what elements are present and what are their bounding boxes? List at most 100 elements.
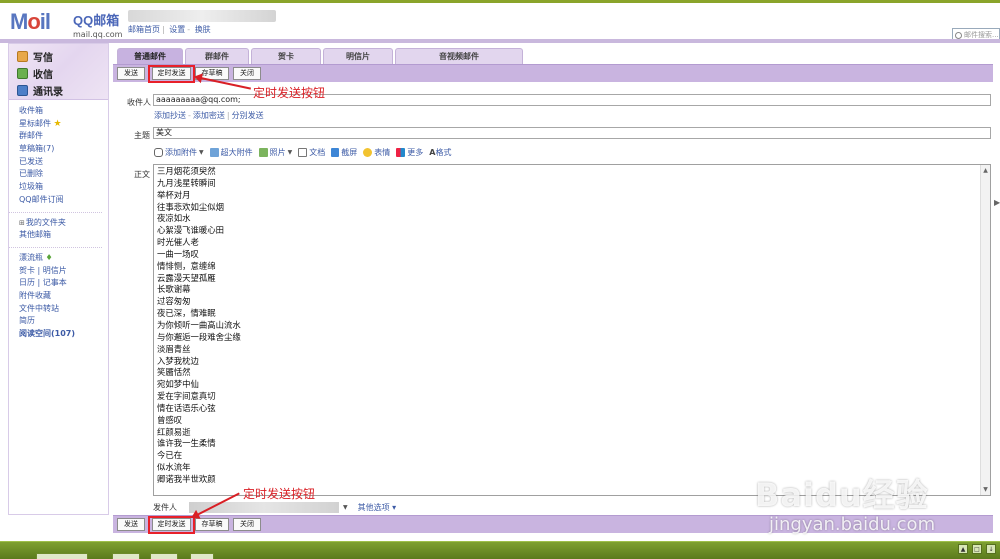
top-toolbar: 发送 定时发送 存草稿 关闭	[113, 64, 993, 83]
sidebar-item-attachments[interactable]: 附件收藏	[19, 290, 108, 303]
sidebar-contacts-button[interactable]: 通讯录	[17, 82, 108, 99]
sidebar-item-calendar[interactable]: 日历	[19, 278, 35, 287]
sidebar-item-greeting-card[interactable]: 贺卡	[19, 266, 35, 275]
body-line: 过容匆匆	[157, 296, 191, 307]
sidebar-item-calendar-notes: 日历 | 记事本	[19, 278, 67, 288]
tray-expand-icon[interactable]: ▲	[958, 544, 968, 554]
timed-send-button-bottom[interactable]: 定时发送	[152, 518, 191, 531]
subject-field[interactable]: 美文	[153, 127, 991, 139]
taskbar-item[interactable]	[150, 553, 178, 559]
header: Moil QQ邮箱 mail.qq.com 邮箱首页 | 设置 - 换肤 邮件搜索.…	[0, 3, 1000, 42]
sidebar-item-starred[interactable]: 星标邮件 ★	[19, 118, 108, 131]
sidebar-item-inbox[interactable]: 收件箱	[19, 105, 108, 118]
body-line: 时光催人老	[157, 237, 199, 248]
close-button-bottom[interactable]: 关闭	[233, 518, 261, 531]
more-label: 更多	[407, 148, 424, 157]
body-line: 宛如梦中仙	[157, 379, 199, 390]
sidebar-write-button[interactable]: 写信	[17, 48, 108, 65]
send-button-bottom[interactable]: 发送	[117, 518, 145, 531]
expand-icon: ⊞	[19, 218, 25, 227]
sidebar-item-deleted[interactable]: 已删除	[19, 168, 108, 181]
sidebar-main-actions: 写信 收信 通讯录	[9, 44, 108, 100]
body-line: 与你邂逅一段难舍尘缘	[157, 331, 241, 342]
add-bcc-link[interactable]: 添加密送	[193, 111, 225, 120]
compose-area: 普通邮件 群邮件 贺卡 明信片 音视频邮件 发送 定时发送 存草稿 关闭 收件人…	[113, 43, 993, 534]
body-line: 笑靥恬然	[157, 367, 191, 378]
sidebar-item-file-transfer[interactable]: 文件中转站	[19, 303, 108, 316]
body-line: 谁许我一生柔情	[157, 438, 216, 449]
document-label: 文档	[309, 148, 326, 157]
blurred-account-name	[128, 10, 276, 22]
sidebar-item-notes[interactable]: 记事本	[43, 278, 67, 287]
scroll-down-icon[interactable]: ▼	[982, 486, 989, 493]
link-skin[interactable]: 换肤	[195, 25, 211, 34]
sidebar-item-group-mail[interactable]: 群邮件	[19, 130, 108, 143]
body-label: 正文	[134, 170, 150, 179]
sidebar-item-reading-space[interactable]: 阅读空间(107)	[19, 328, 108, 341]
tray-download-icon[interactable]: ↓	[986, 544, 996, 554]
body-line: 长歌谢幕	[157, 284, 191, 295]
large-attachment-button[interactable]: 超大附件	[209, 147, 253, 158]
save-draft-button-bottom[interactable]: 存草稿	[195, 518, 229, 531]
tab-group-mail[interactable]: 群邮件	[185, 48, 249, 64]
sidebar-item-spam[interactable]: 垃圾箱	[19, 181, 108, 194]
add-attachment-label: 添加附件	[165, 148, 197, 157]
body-line: 爱在字间意真切	[157, 391, 216, 402]
qq-mail-logo[interactable]: Moil	[10, 9, 51, 35]
watermark-url: jingyan.baidu.com	[769, 514, 936, 535]
sidebar: 写信 收信 通讯录 收件箱 星标邮件 ★ 群邮件 草稿箱(7) 已发送 已删除 …	[8, 43, 109, 515]
bottle-icon: ♦	[45, 252, 53, 262]
body-line: 夜已深，情难眠	[157, 308, 216, 319]
photo-icon	[258, 148, 268, 157]
format-button[interactable]: A 格式	[429, 147, 451, 158]
body-line: 情悱恻，意缠绵	[157, 260, 216, 271]
close-button[interactable]: 关闭	[233, 67, 261, 80]
sidebar-item-other-mailbox[interactable]: 其他邮箱	[19, 229, 108, 242]
screenshot-button[interactable]: 截屏	[331, 147, 357, 158]
body-line: 心絮漫飞谁暖心田	[157, 225, 224, 236]
sidebar-item-postcard[interactable]: 明信片	[43, 266, 67, 275]
contacts-label: 通讯录	[33, 87, 63, 98]
recipient-label: 收件人	[127, 98, 151, 107]
timed-send-button[interactable]: 定时发送	[152, 67, 191, 80]
sidebar-item-drift-bottle[interactable]: 漂流瓶 ♦	[19, 252, 108, 265]
large-file-icon	[209, 148, 219, 157]
sidebar-item-drafts[interactable]: 草稿箱(7)	[19, 143, 108, 156]
tab-av-mail[interactable]: 音视频邮件	[395, 48, 523, 64]
send-button[interactable]: 发送	[117, 67, 145, 80]
sidebar-item-my-folders[interactable]: ⊞我的文件夹	[19, 217, 108, 230]
separate-send-link[interactable]: 分别发送	[232, 111, 264, 120]
sidebar-item-resume[interactable]: 简历	[19, 315, 108, 328]
expand-right-icon[interactable]: ▶	[994, 198, 1000, 207]
sidebar-inbox-button[interactable]: 收信	[17, 65, 108, 82]
editor-scrollbar[interactable]: ▲ ▼	[980, 165, 990, 495]
more-button[interactable]: 更多	[396, 147, 423, 158]
body-line: 淡眉青丝	[157, 343, 191, 354]
sidebar-item-sent[interactable]: 已发送	[19, 156, 108, 169]
taskbar-item[interactable]	[36, 553, 88, 559]
tab-postcard[interactable]: 明信片	[323, 48, 393, 64]
taskbar-item[interactable]	[190, 553, 214, 559]
tab-normal-mail[interactable]: 普通邮件	[117, 48, 183, 64]
tab-greeting-card[interactable]: 贺卡	[251, 48, 321, 64]
body-editor[interactable]: 三月烟花须臾然 九月浅星转瞬间 举杯对月 往事悲欢如尘似烟 夜凉如水 心絮漫飞谁暖心田 时光…	[153, 164, 991, 496]
other-options-link[interactable]: 其他选项 ▾	[358, 502, 397, 513]
add-cc-link[interactable]: 添加抄送	[154, 111, 186, 120]
tray-window-icon[interactable]: □	[972, 544, 982, 554]
scroll-up-icon[interactable]: ▲	[982, 167, 989, 174]
add-attachment-button[interactable]: 添加附件 ▼	[154, 147, 204, 158]
photo-button[interactable]: 照片 ▼	[258, 147, 292, 158]
link-home[interactable]: 邮箱首页	[128, 25, 160, 34]
document-icon	[298, 148, 308, 157]
screenshot-label: 截屏	[341, 148, 358, 157]
sidebar-item-subscriptions[interactable]: QQ邮件订阅	[19, 194, 108, 207]
chevron-down-icon[interactable]: ▼	[343, 504, 348, 511]
sidebar-folders: 收件箱 星标邮件 ★ 群邮件 草稿箱(7) 已发送 已删除 垃圾箱 QQ邮件订阅…	[9, 100, 108, 341]
taskbar-item[interactable]	[112, 553, 140, 559]
emoji-button[interactable]: 表情	[363, 147, 390, 158]
format-label: 格式	[435, 148, 452, 157]
link-settings[interactable]: 设置	[169, 25, 185, 34]
attachment-toolbar: 添加附件 ▼ 超大附件 照片 ▼ 文档 截屏 表情 更多 A 格式	[154, 147, 457, 158]
chevron-down-icon: ▼	[199, 149, 204, 156]
document-button[interactable]: 文档	[298, 147, 325, 158]
